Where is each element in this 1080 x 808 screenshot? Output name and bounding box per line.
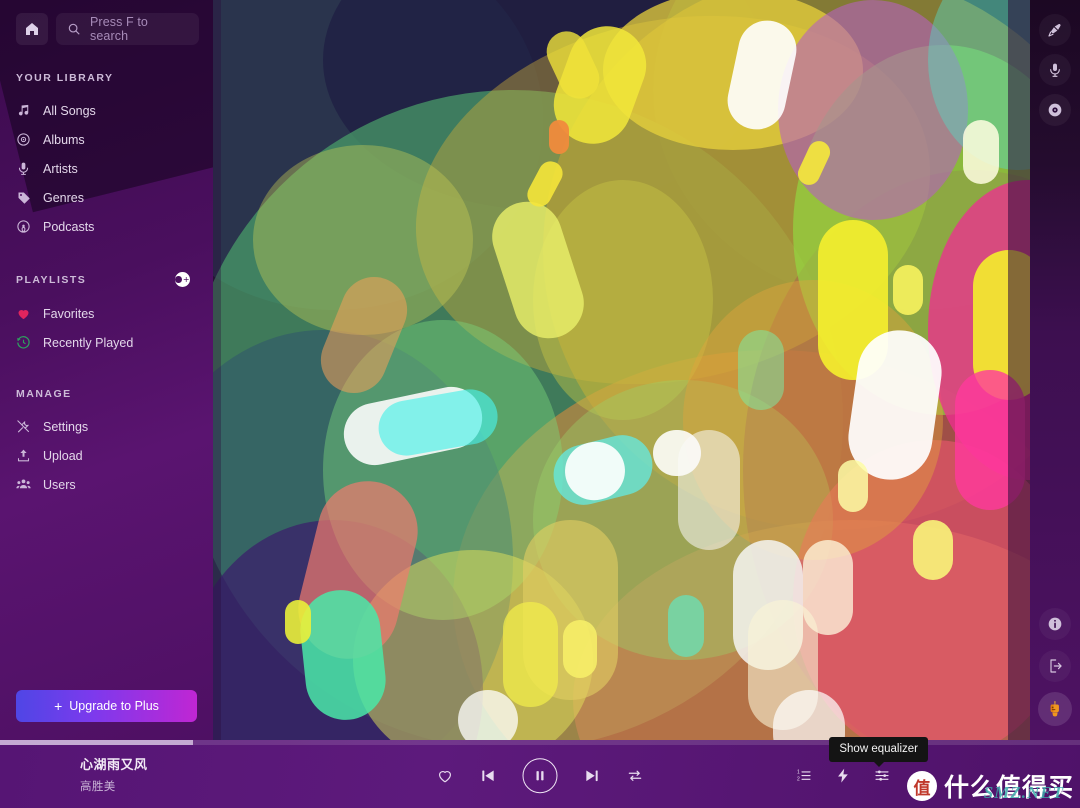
music-note-icon — [16, 103, 31, 118]
sidebar-item-users[interactable]: Users — [0, 470, 213, 499]
upgrade-label: Upgrade to Plus — [69, 699, 159, 713]
home-icon — [26, 23, 38, 35]
add-playlist-button[interactable] — [175, 272, 190, 287]
tag-icon — [16, 190, 31, 205]
equalizer-button[interactable] — [874, 768, 890, 784]
info-icon — [1048, 617, 1062, 631]
plus-icon: + — [54, 698, 63, 714]
visualizer-canvas[interactable] — [213, 0, 1030, 740]
repeat-button[interactable] — [627, 767, 644, 784]
watermark: 值 什么值得买 SMZ.NET — [906, 768, 1074, 804]
watermark-subtext: SMZ.NET — [983, 783, 1064, 802]
repeat-icon — [628, 770, 642, 781]
visualizer-artwork — [213, 0, 1030, 740]
info-button[interactable] — [1039, 608, 1071, 640]
ordered-list-icon: 1 2 — [797, 769, 811, 783]
sidebar-item-favorites[interactable]: Favorites — [0, 299, 213, 328]
sidebar: Press F to search YOUR LIBRARY All Songs — [0, 0, 213, 740]
nav-list-playlists: Favorites Recently Played — [0, 299, 213, 357]
section-title-playlists: PLAYLISTS — [16, 273, 87, 286]
search-placeholder: Press F to search — [90, 15, 148, 43]
next-track-button[interactable] — [584, 767, 601, 784]
disc-button[interactable] — [1039, 94, 1071, 126]
progress-bar-fill — [0, 740, 194, 745]
microphone-button[interactable] — [1039, 54, 1071, 86]
users-icon — [16, 477, 31, 492]
player-bar: 心湖雨又风 高胜美 1 2 Show equalizer 值 什么值得买 SMZ… — [0, 737, 1080, 808]
sidebar-item-podcasts[interactable]: Podcasts — [0, 212, 213, 241]
sidebar-item-albums[interactable]: Albums — [0, 125, 213, 154]
sidebar-item-all-songs[interactable]: All Songs — [0, 96, 213, 125]
sidebar-item-artists[interactable]: Artists — [0, 154, 213, 183]
right-tool-rail — [1030, 0, 1080, 740]
sidebar-item-label: Recently Played — [43, 335, 134, 350]
player-tools: 1 2 — [796, 768, 890, 784]
microphone-icon — [1050, 63, 1060, 77]
heart-icon — [16, 306, 31, 321]
pause-icon — [536, 771, 544, 781]
home-button[interactable] — [16, 13, 48, 45]
sidebar-item-genres[interactable]: Genres — [0, 183, 213, 212]
queue-button[interactable]: 1 2 — [796, 768, 812, 784]
section-title-manage: MANAGE — [16, 388, 72, 400]
section-header-playlists: PLAYLISTS — [0, 272, 213, 287]
lightning-icon — [838, 768, 848, 783]
sidebar-item-upload[interactable]: Upload — [0, 441, 213, 470]
avatar[interactable] — [1038, 692, 1072, 726]
heart-outline-icon — [439, 771, 451, 783]
tools-icon — [16, 419, 31, 434]
sidebar-item-label: Favorites — [43, 306, 95, 321]
svg-text:2: 2 — [797, 777, 800, 783]
sidebar-item-label: Podcasts — [43, 219, 95, 234]
logout-icon — [1050, 659, 1062, 673]
search-icon — [68, 23, 80, 35]
track-artist: 高胜美 — [80, 781, 116, 793]
sidebar-item-label: Upload — [43, 448, 83, 463]
logout-button[interactable] — [1039, 650, 1071, 682]
pen-icon — [1048, 23, 1061, 37]
disc-icon — [16, 132, 31, 147]
sidebar-topbar: Press F to search — [0, 0, 213, 45]
play-pause-button[interactable] — [522, 758, 558, 794]
sidebar-item-label: Settings — [43, 419, 89, 434]
search-input[interactable]: Press F to search — [56, 13, 199, 45]
avatar-robot-icon — [1050, 701, 1059, 717]
tooltip: Show equalizer — [829, 737, 928, 767]
microphone-icon — [16, 161, 31, 176]
upload-icon — [16, 448, 31, 463]
nav-list-manage: Settings Upload Users — [0, 412, 213, 499]
skip-previous-icon — [482, 770, 494, 782]
history-icon — [16, 335, 31, 350]
section-title-library: YOUR LIBRARY — [16, 72, 114, 84]
boost-button[interactable] — [835, 768, 851, 784]
pen-button[interactable] — [1039, 14, 1071, 46]
track-title: 心湖雨又风 — [80, 757, 148, 772]
section-header-library: YOUR LIBRARY — [0, 72, 213, 84]
previous-track-button[interactable] — [480, 767, 497, 784]
section-header-manage: MANAGE — [0, 388, 213, 400]
upgrade-container: + Upgrade to Plus — [0, 690, 213, 740]
disc-icon — [1048, 103, 1062, 117]
watermark-text: 什么值得买 — [943, 773, 1074, 802]
sidebar-item-recently-played[interactable]: Recently Played — [0, 328, 213, 357]
sidebar-item-label: Genres — [43, 190, 84, 205]
equalizer-sliders-icon — [875, 770, 889, 781]
player-controls — [437, 758, 644, 794]
plus-circle-icon — [183, 277, 189, 282]
upgrade-to-plus-button[interactable]: + Upgrade to Plus — [16, 690, 197, 722]
nav-list-library: All Songs Albums Artists Genres Podcasts — [0, 96, 213, 241]
like-button[interactable] — [437, 767, 454, 784]
sidebar-item-settings[interactable]: Settings — [0, 412, 213, 441]
svg-text:1: 1 — [797, 769, 800, 775]
watermark-badge: 值 — [906, 771, 937, 801]
app-root: Press F to search YOUR LIBRARY All Songs — [0, 0, 1080, 808]
sidebar-item-label: Users — [43, 477, 76, 492]
now-playing-meta: 心湖雨又风 高胜美 — [80, 754, 320, 794]
podcast-icon — [16, 219, 31, 234]
skip-next-icon — [586, 770, 598, 782]
sidebar-item-label: All Songs — [43, 103, 96, 118]
sidebar-item-label: Albums — [43, 132, 85, 147]
sidebar-item-label: Artists — [43, 161, 78, 176]
